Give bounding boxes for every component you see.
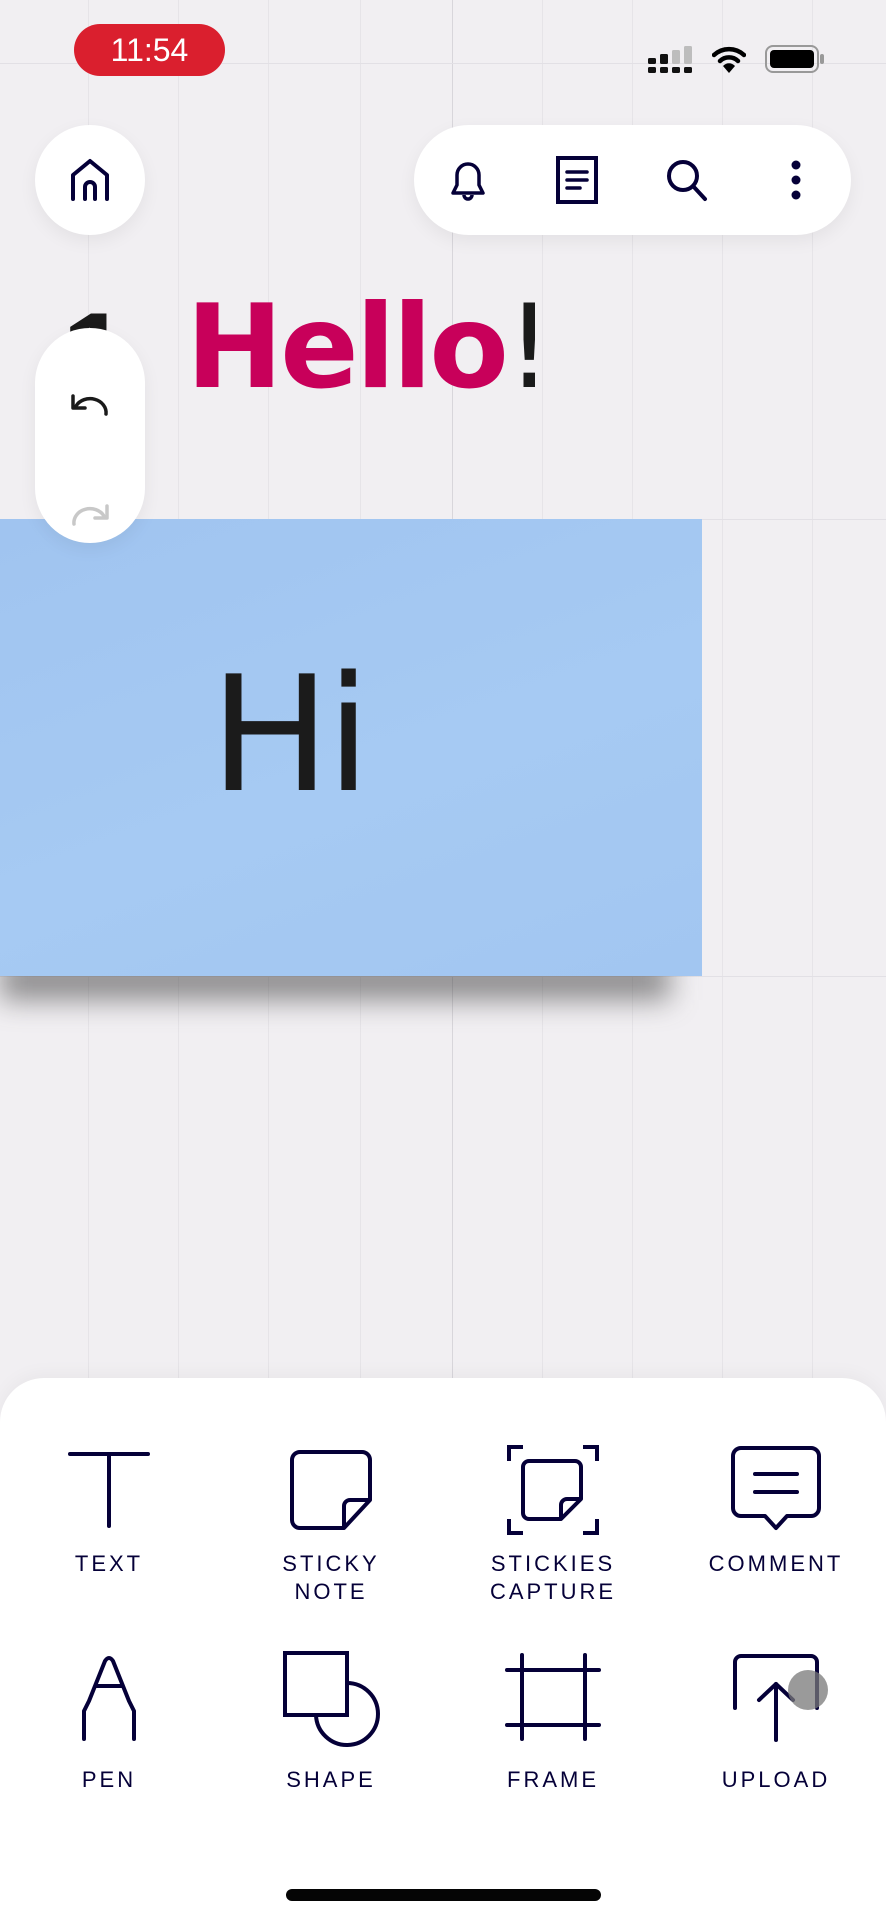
comment-icon: [726, 1440, 826, 1540]
tool-stickies-capture[interactable]: STICKIES CAPTURE: [453, 1440, 653, 1610]
home-indicator[interactable]: [286, 1889, 601, 1901]
notifications-button[interactable]: [443, 155, 493, 205]
undo-redo-control: [35, 328, 145, 543]
tool-label: SHAPE: [286, 1767, 376, 1792]
cellular-signal-icon: [648, 46, 692, 73]
tool-label-line2: CAPTURE: [489, 1579, 617, 1604]
tool-sticky-note[interactable]: STICKY NOTE: [231, 1440, 431, 1610]
board-info-button[interactable]: [552, 155, 602, 205]
status-time: 11:54: [74, 24, 225, 76]
text-t-icon: [59, 1440, 159, 1540]
more-vertical-icon: [791, 160, 801, 200]
tool-label: PEN: [81, 1767, 137, 1792]
tool-comment[interactable]: COMMENT: [676, 1440, 876, 1610]
sticky-note-text: Hi: [210, 641, 371, 828]
more-options-button[interactable]: [771, 155, 821, 205]
top-toolbar: [414, 125, 851, 235]
tool-frame[interactable]: FRAME: [453, 1648, 653, 1798]
bell-icon: [451, 162, 485, 201]
frame-icon: [503, 1648, 603, 1748]
shape-icon: [281, 1648, 381, 1748]
tool-label-line1: STICKY: [282, 1551, 380, 1576]
tool-upload[interactable]: UPLOAD: [676, 1648, 876, 1798]
redo-icon: [72, 504, 109, 526]
search-button[interactable]: [662, 155, 712, 205]
undo-button[interactable]: [65, 380, 115, 430]
tool-pen[interactable]: PEN: [9, 1648, 209, 1798]
tool-label: TEXT: [74, 1551, 144, 1576]
tool-text[interactable]: TEXT: [9, 1440, 209, 1610]
touch-indicator: [788, 1670, 828, 1710]
undo-icon: [71, 394, 108, 416]
sticky-note-icon: [281, 1440, 381, 1540]
redo-button[interactable]: [65, 490, 115, 540]
document-icon: [556, 156, 598, 204]
pen-icon: [59, 1648, 159, 1748]
heading-punctuation: !: [505, 280, 552, 415]
tool-label: COMMENT: [708, 1551, 844, 1576]
wifi-icon: [712, 46, 746, 73]
home-icon: [71, 159, 109, 201]
search-icon: [667, 160, 707, 201]
home-button[interactable]: [35, 125, 145, 235]
battery-icon: [765, 45, 824, 73]
tool-label-line1: STICKIES: [490, 1551, 616, 1576]
stickies-capture-icon: [503, 1440, 603, 1540]
tool-label: FRAME: [507, 1767, 599, 1792]
tool-shape[interactable]: SHAPE: [231, 1648, 431, 1798]
tool-label: UPLOAD: [721, 1767, 831, 1792]
canvas-heading-text[interactable]: Hello!: [186, 290, 552, 406]
heading-word: Hello: [186, 280, 509, 415]
tool-label-line2: NOTE: [294, 1579, 368, 1604]
tool-panel: TEXT STICKY NOTE STICKIES CAPTURE COMMEN…: [0, 1378, 886, 1920]
